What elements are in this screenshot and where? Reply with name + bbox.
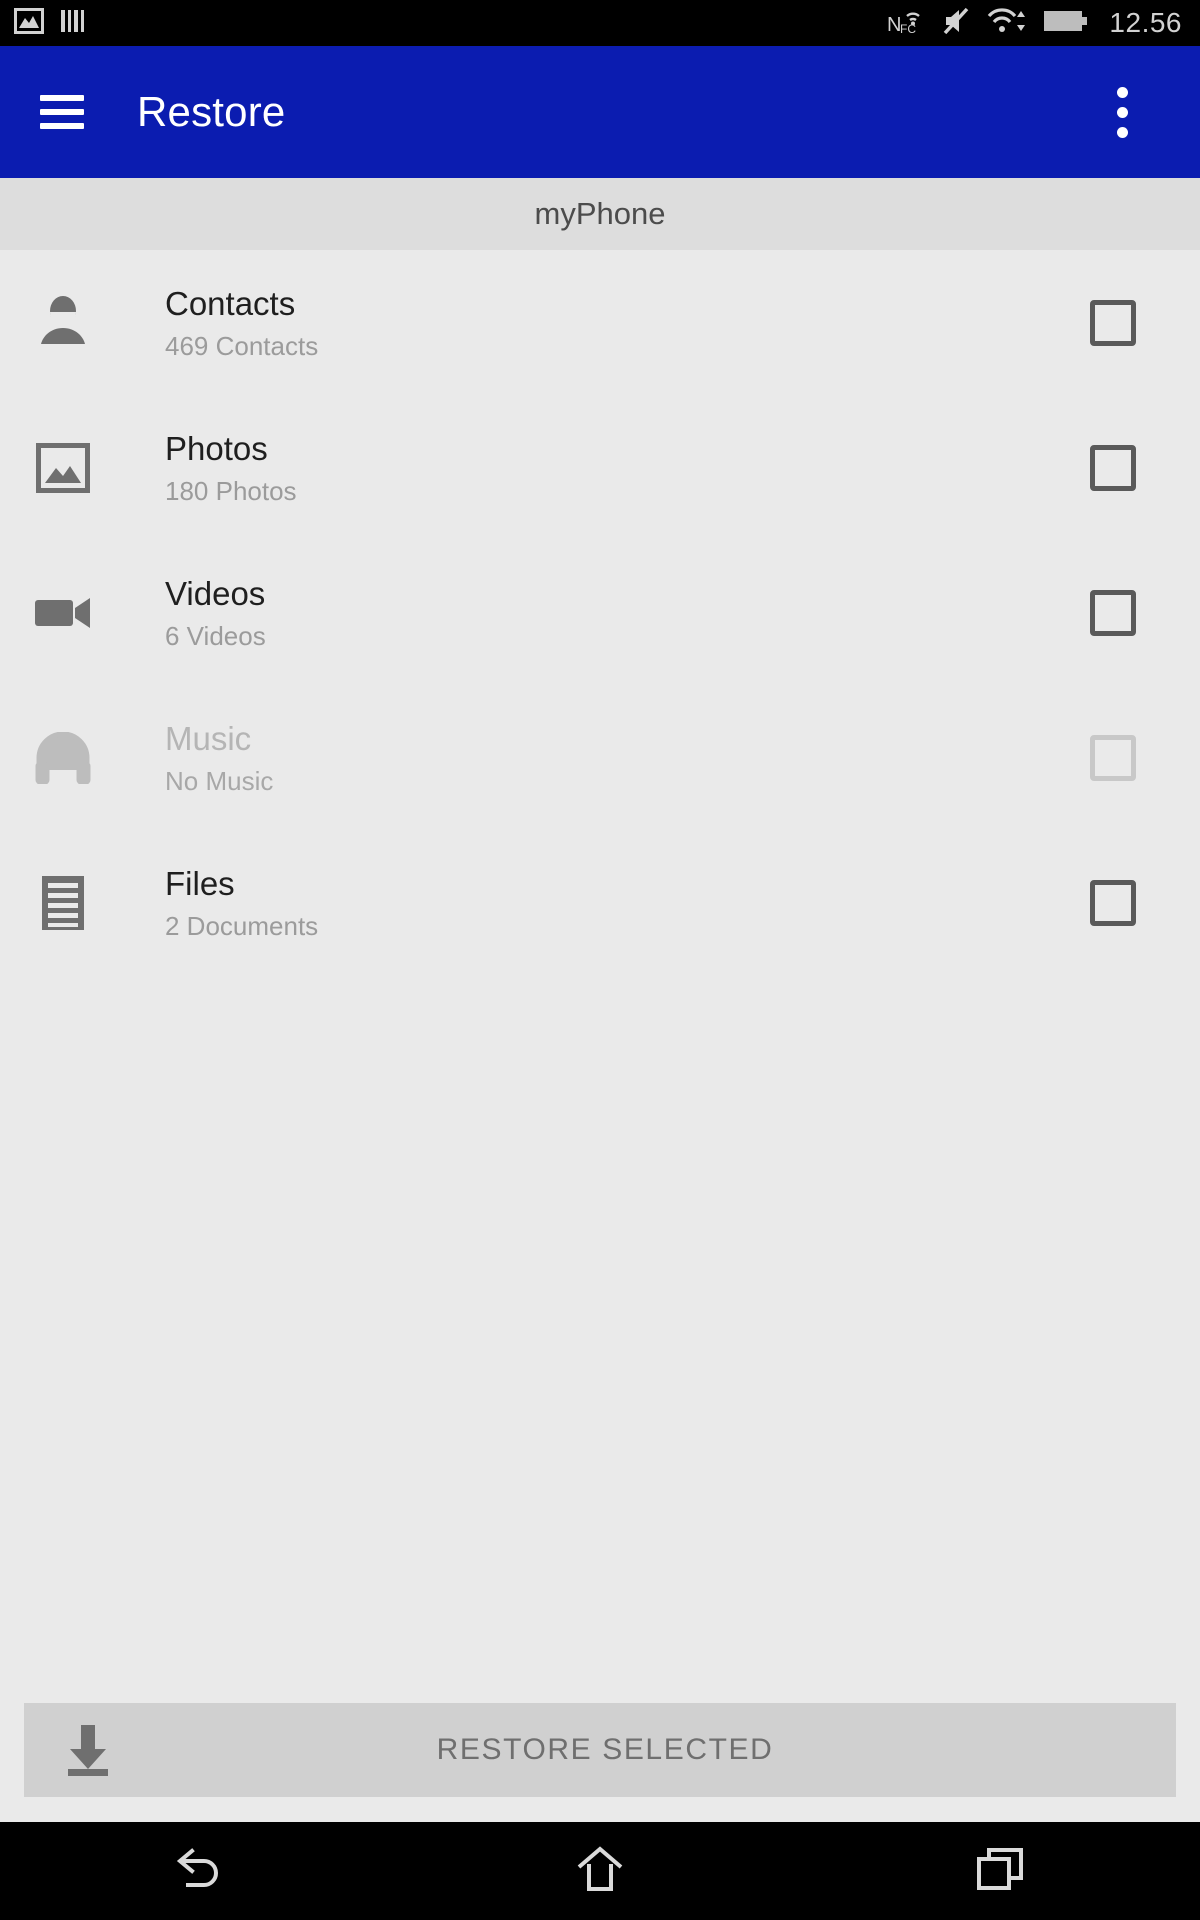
download-icon <box>40 1723 136 1777</box>
home-button[interactable] <box>525 1822 675 1920</box>
overflow-menu-icon[interactable] <box>1094 76 1150 148</box>
list-item-subtitle: 469 Contacts <box>165 330 319 361</box>
list-item-contacts[interactable]: Contacts 469 Contacts <box>0 250 1200 395</box>
restore-selected-button[interactable]: RESTORE SELECTED <box>24 1703 1176 1797</box>
list-item-title: Contacts <box>165 284 296 322</box>
gallery-image-icon <box>14 7 44 39</box>
checkbox-contacts[interactable] <box>1090 299 1136 346</box>
back-button[interactable] <box>125 1822 275 1920</box>
battery-icon <box>1043 8 1089 39</box>
hamburger-menu-icon[interactable] <box>40 95 84 129</box>
video-camera-icon <box>0 593 126 633</box>
checkbox-files[interactable] <box>1090 879 1136 926</box>
checkbox-videos[interactable] <box>1090 589 1136 636</box>
page-title: Restore <box>137 88 286 135</box>
list-item-title: Files <box>165 864 235 902</box>
volume-mute-icon <box>941 6 973 41</box>
device-subheader: myPhone <box>0 178 1200 250</box>
list-item-subtitle: 2 Documents <box>165 910 319 941</box>
list-item-subtitle: 180 Photos <box>165 475 297 506</box>
headphones-icon <box>0 731 126 784</box>
recents-icon <box>975 1846 1025 1897</box>
list-item-title: Music <box>165 719 252 757</box>
list-item-title: Videos <box>165 574 266 612</box>
checkbox-music <box>1090 734 1136 781</box>
list-item-music: Music No Music <box>0 685 1200 830</box>
list-item-files[interactable]: Files 2 Documents <box>0 830 1200 975</box>
restore-category-list: Contacts 469 Contacts Photos 180 Photos … <box>0 250 1200 975</box>
document-icon <box>0 875 126 931</box>
recents-button[interactable] <box>925 1822 1075 1920</box>
list-item-subtitle: 6 Videos <box>165 620 266 651</box>
list-item-text: Files 2 Documents <box>126 867 1090 939</box>
status-bar-left-icons <box>14 7 86 39</box>
list-item-subtitle: No Music <box>165 765 274 796</box>
list-item-photos[interactable]: Photos 180 Photos <box>0 395 1200 540</box>
status-bar-right-icons: N FC 12.56 <box>887 5 1182 42</box>
app-bar: Restore <box>0 46 1200 178</box>
list-item-videos[interactable]: Videos 6 Videos <box>0 540 1200 685</box>
barcode-icon <box>60 8 86 39</box>
device-name-label: myPhone <box>534 196 666 231</box>
photo-icon <box>0 442 126 493</box>
restore-selected-label: RESTORE SELECTED <box>436 1733 774 1766</box>
wifi-transfer-icon <box>987 6 1029 41</box>
list-item-title: Photos <box>165 429 268 467</box>
home-icon <box>575 1845 625 1898</box>
status-bar: N FC 12.56 <box>0 0 1200 46</box>
list-item-text: Videos 6 Videos <box>126 577 1090 649</box>
list-item-text: Contacts 469 Contacts <box>126 287 1090 359</box>
status-bar-clock: 12.56 <box>1109 7 1182 38</box>
person-icon <box>0 295 126 351</box>
android-navigation-bar <box>0 1822 1200 1920</box>
list-item-text: Music No Music <box>126 722 1090 794</box>
back-arrow-icon <box>174 1845 226 1898</box>
list-item-text: Photos 180 Photos <box>126 432 1090 504</box>
nfc-icon: N FC <box>887 5 927 42</box>
checkbox-photos[interactable] <box>1090 444 1136 491</box>
